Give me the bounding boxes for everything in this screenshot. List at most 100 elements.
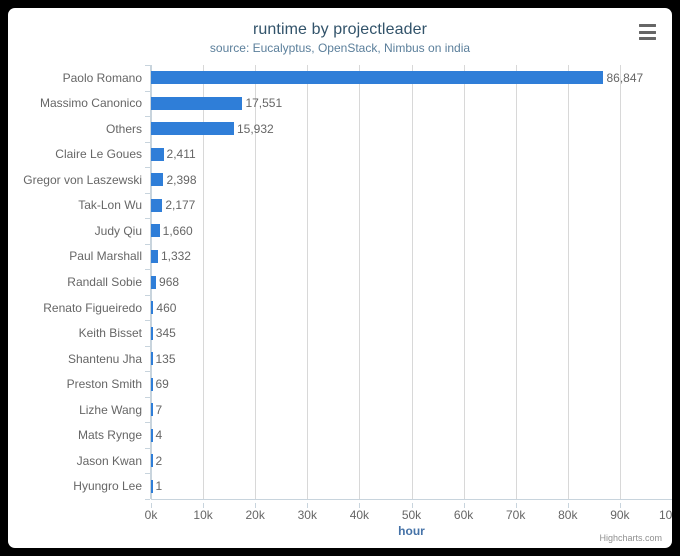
y-axis-tick xyxy=(145,371,150,373)
y-axis-tick xyxy=(145,294,150,296)
bar-value-label: 460 xyxy=(156,300,177,315)
bar[interactable] xyxy=(151,122,234,136)
hamburger-bar xyxy=(638,30,656,34)
bar-value-label: 1,660 xyxy=(162,223,193,238)
y-axis-tick xyxy=(145,192,150,194)
bar[interactable] xyxy=(151,147,164,161)
bar-row[interactable]: 1,332 xyxy=(151,249,672,264)
bar-value-label: 1,332 xyxy=(160,249,191,264)
bar[interactable] xyxy=(151,454,153,468)
bar[interactable] xyxy=(151,403,153,417)
y-axis-tick xyxy=(145,345,150,347)
x-axis-tick-label: 80k xyxy=(558,508,578,522)
bar-value-label: 2,398 xyxy=(166,172,197,187)
bar-row[interactable]: 1 xyxy=(151,479,672,494)
bar-row[interactable]: 460 xyxy=(151,300,672,315)
y-axis-category-label: Keith Bisset xyxy=(78,326,142,341)
bar-row[interactable]: 2 xyxy=(151,453,672,468)
y-axis-category-label: Lizhe Wang xyxy=(79,402,142,417)
x-axis-line xyxy=(151,499,672,500)
chart-title: runtime by projectleader xyxy=(252,21,428,38)
y-axis-category-label: Renato Figueiredo xyxy=(43,300,142,315)
y-axis-category-label: Paolo Romano xyxy=(62,70,142,85)
hamburger-menu-icon[interactable] xyxy=(634,20,660,44)
x-axis-tick-label: 30k xyxy=(297,508,317,522)
y-axis-category-label: Paul Marshall xyxy=(69,249,142,264)
x-axis-tick-label: 90k xyxy=(610,508,630,522)
y-axis-tick xyxy=(145,243,150,245)
y-axis-category-label: Hyungro Lee xyxy=(73,479,142,494)
x-axis-tick-label: 60k xyxy=(453,508,474,522)
y-axis-tick xyxy=(145,90,150,92)
bar-row[interactable]: 968 xyxy=(151,275,672,289)
bar-row[interactable]: 4 xyxy=(151,428,672,442)
y-axis-tick xyxy=(145,396,150,398)
bar-value-label: 17,551 xyxy=(245,96,283,111)
bar[interactable] xyxy=(151,96,243,110)
y-axis-tick xyxy=(145,141,150,143)
credits-label: Highcharts.com xyxy=(599,533,662,543)
bar-row[interactable]: 2,398 xyxy=(151,172,672,187)
bar-row[interactable]: 15,932 xyxy=(151,121,672,136)
y-axis-tick xyxy=(145,422,150,424)
bar-value-label: 968 xyxy=(159,275,180,289)
bar[interactable] xyxy=(151,326,153,340)
y-axis-tick xyxy=(145,167,150,169)
bar-row[interactable]: 17,551 xyxy=(151,96,672,111)
y-axis-labels: Paolo Romano Massimo Canonico Others Claire… xyxy=(8,65,142,499)
bar[interactable] xyxy=(151,275,157,289)
y-axis-category-label: Preston Smith xyxy=(66,377,142,392)
bar-value-label: 1 xyxy=(155,479,163,494)
y-axis-tick xyxy=(145,447,150,449)
y-axis-category-label: Gregor von Laszewski xyxy=(23,172,142,187)
plot-area: 86,847 17,551 15,932 2,411 2,398 2,177 1,660 1,… xyxy=(151,65,672,499)
bar-value-label: 15,932 xyxy=(237,121,274,136)
y-axis-category-label: Tak-Lon Wu xyxy=(78,198,142,213)
x-axis-tick-label: 0k xyxy=(144,508,158,522)
bar-row[interactable]: 7 xyxy=(151,402,672,417)
y-axis-tick xyxy=(145,269,150,271)
x-axis-tick-label: 20k xyxy=(245,508,265,522)
chart-subtitle: source: Eucalyptus, OpenStack, Nimbus on… xyxy=(209,41,471,55)
bar-value-label: 86,847 xyxy=(606,70,644,85)
hamburger-bar xyxy=(638,24,656,28)
bar[interactable] xyxy=(151,198,163,212)
bar-row[interactable]: 2,411 xyxy=(151,147,672,162)
bar-row[interactable]: 2,177 xyxy=(151,198,672,213)
bar[interactable] xyxy=(151,479,153,493)
bar-value-label: 7 xyxy=(155,402,163,417)
bar-row[interactable]: 135 xyxy=(151,351,672,366)
bar-row[interactable]: 1,660 xyxy=(151,223,672,238)
hamburger-bar xyxy=(638,36,656,40)
bar[interactable] xyxy=(151,71,604,85)
bar[interactable] xyxy=(151,377,153,391)
bar-value-label: 345 xyxy=(155,326,176,341)
y-axis-tick xyxy=(145,473,150,475)
y-axis-category-label: Claire Le Goues xyxy=(55,147,142,162)
y-axis-tick xyxy=(145,65,150,66)
bar-value-label: 135 xyxy=(155,351,176,366)
x-axis-title: hour xyxy=(398,524,425,538)
bar-value-label: 2,177 xyxy=(165,198,196,213)
bar-row[interactable]: 345 xyxy=(151,326,672,341)
bar[interactable] xyxy=(151,173,164,187)
y-axis-category-label: Others xyxy=(105,121,142,136)
y-axis-category-label: Mats Rynge xyxy=(77,428,142,443)
x-axis-labels: 0k 10k 20k 30k 40k 50k 60k 70k 80k 90k 100k xyxy=(145,503,672,522)
y-axis-tick xyxy=(145,499,150,500)
x-axis-tick-label: 100k xyxy=(658,508,672,522)
y-axis-tick xyxy=(145,218,150,220)
x-axis-tick-label: 10k xyxy=(193,508,213,522)
bar-row[interactable]: 86,847 xyxy=(151,70,672,85)
bar[interactable] xyxy=(151,428,153,442)
bar-value-label: 2,411 xyxy=(166,147,196,162)
x-axis-tick-label: 70k xyxy=(506,508,526,522)
bar[interactable] xyxy=(151,301,154,315)
bar-row[interactable]: 69 xyxy=(151,377,672,391)
bar-value-label: 2 xyxy=(155,453,163,468)
y-axis-line xyxy=(150,65,151,499)
bar[interactable] xyxy=(151,352,153,366)
bar[interactable] xyxy=(151,249,158,263)
bar[interactable] xyxy=(151,224,160,238)
y-axis-category-label: Massimo Canonico xyxy=(39,96,142,111)
